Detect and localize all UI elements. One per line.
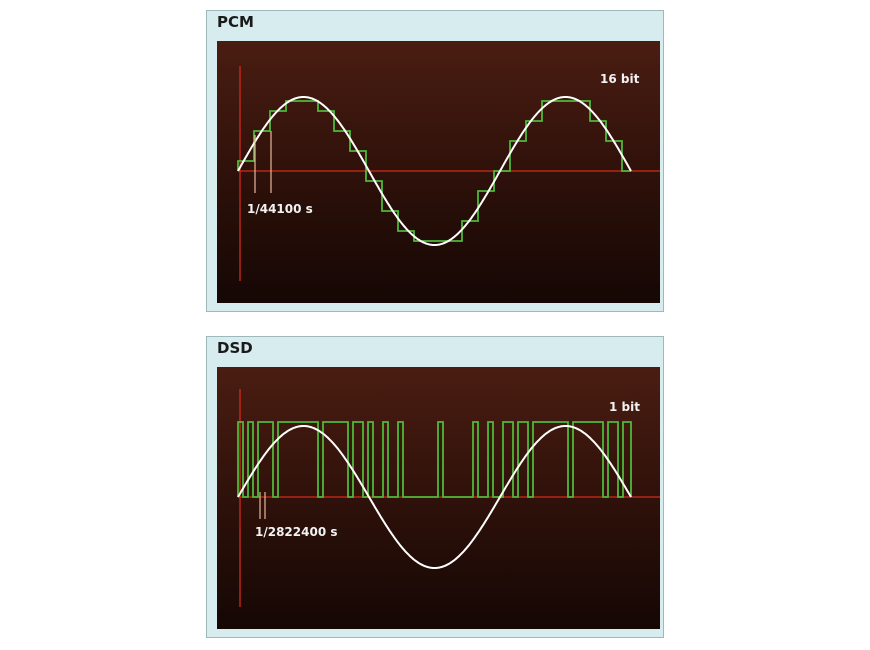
pcm-plot-svg bbox=[237, 66, 660, 281]
pcm-panel: PCM 16 bit 1/44100 s bbox=[206, 10, 664, 312]
dsd-bit-label: 1 bit bbox=[609, 400, 640, 414]
pcm-plot: 16 bit 1/44100 s bbox=[217, 41, 660, 303]
dsd-plot: 1 bit 1/2822400 s bbox=[217, 367, 660, 629]
pcm-title: PCM bbox=[217, 13, 254, 31]
dsd-plot-svg bbox=[237, 389, 660, 607]
pcm-bit-label: 16 bit bbox=[600, 72, 640, 86]
dsd-interval-label: 1/2822400 s bbox=[255, 525, 338, 539]
dsd-pulse-signal bbox=[237, 421, 632, 498]
pcm-interval-label: 1/44100 s bbox=[247, 202, 313, 216]
dsd-panel: DSD 1 bit 1/2822400 s bbox=[206, 336, 664, 638]
dsd-title: DSD bbox=[217, 339, 253, 357]
